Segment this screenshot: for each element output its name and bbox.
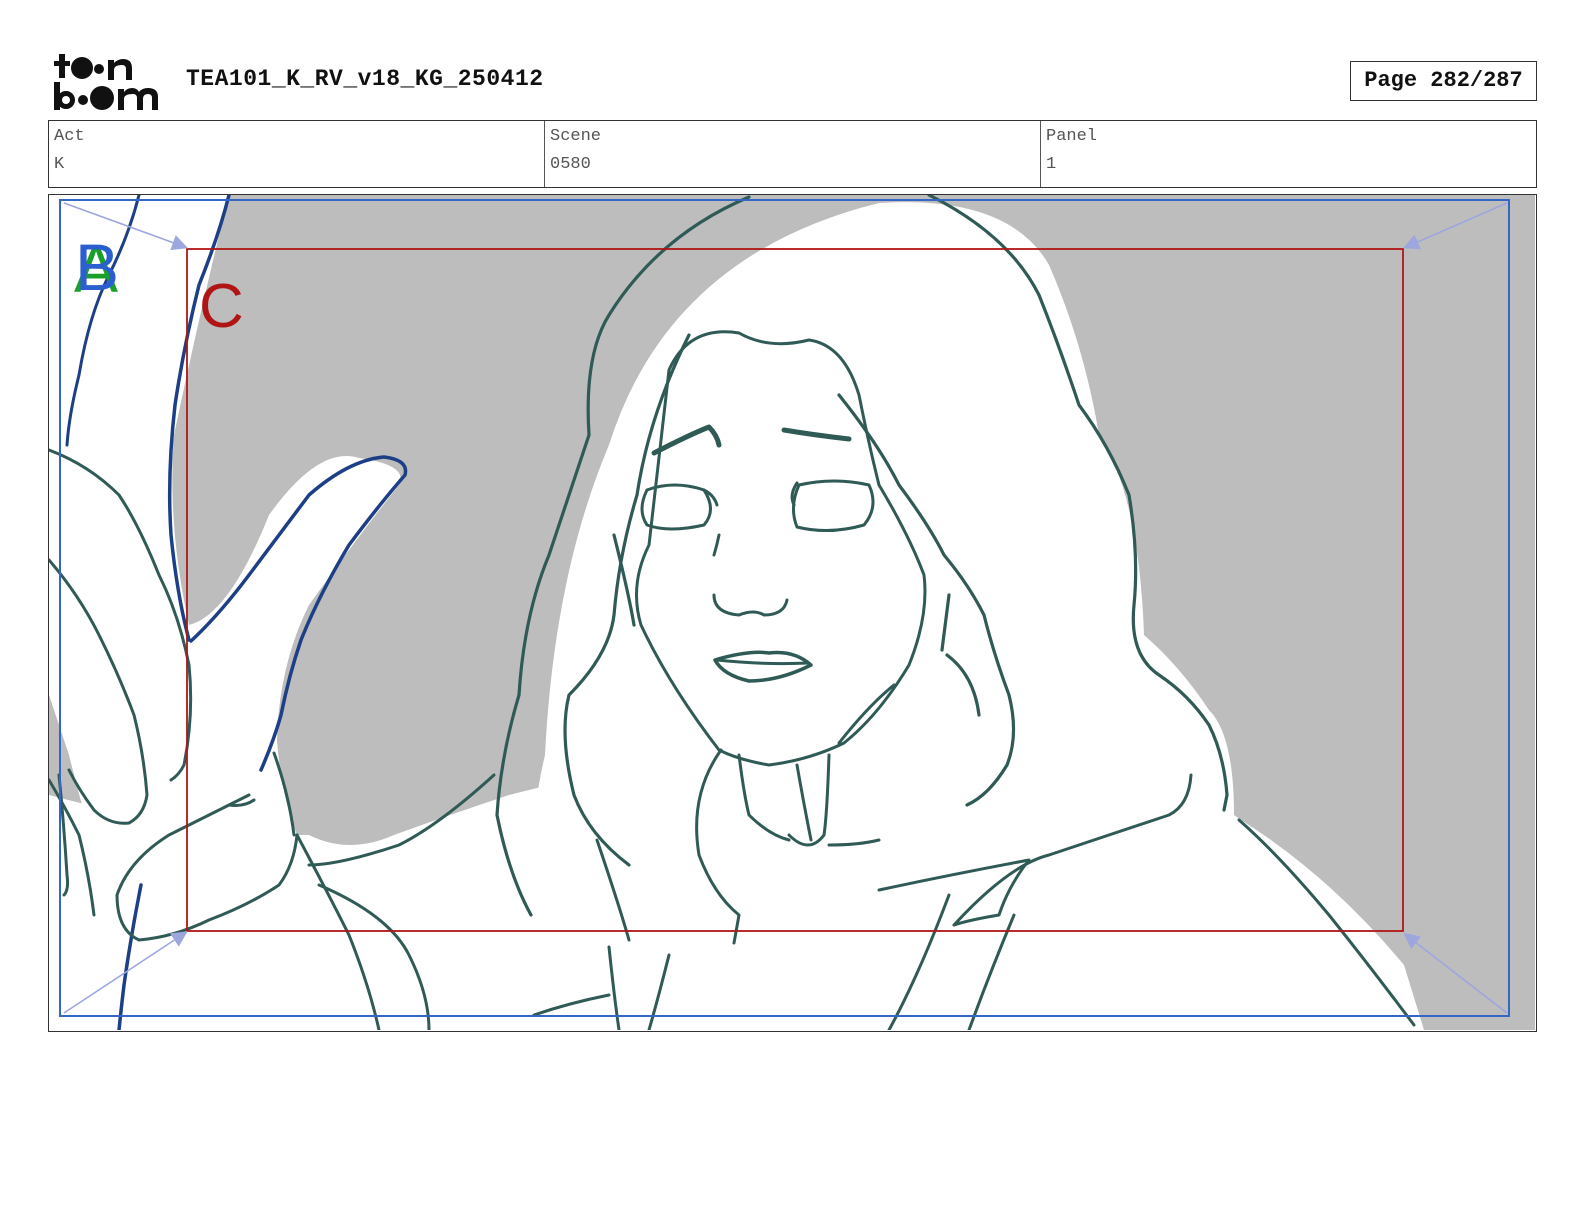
panel-cell: Panel 1 bbox=[1041, 121, 1536, 187]
storyboard-panel: A B C bbox=[48, 194, 1537, 1032]
panel-value: 1 bbox=[1046, 155, 1057, 174]
act-cell: Act K bbox=[49, 121, 545, 187]
panel-drawing: A B C bbox=[49, 195, 1535, 1030]
toonboom-logo bbox=[52, 52, 164, 112]
scene-value: 0580 bbox=[550, 155, 591, 174]
act-label: Act bbox=[54, 127, 85, 146]
frame-mark-c: C bbox=[199, 272, 244, 341]
info-table: Act K Scene 0580 Panel 1 bbox=[48, 120, 1537, 188]
frame-mark-b: B bbox=[75, 230, 119, 304]
panel-label: Panel bbox=[1046, 127, 1098, 146]
page-number: Page 282/287 bbox=[1350, 61, 1537, 101]
act-value: K bbox=[54, 155, 65, 174]
scene-cell: Scene 0580 bbox=[545, 121, 1041, 187]
scene-label: Scene bbox=[550, 127, 602, 146]
document-title: TEA101_K_RV_v18_KG_250412 bbox=[186, 66, 544, 92]
